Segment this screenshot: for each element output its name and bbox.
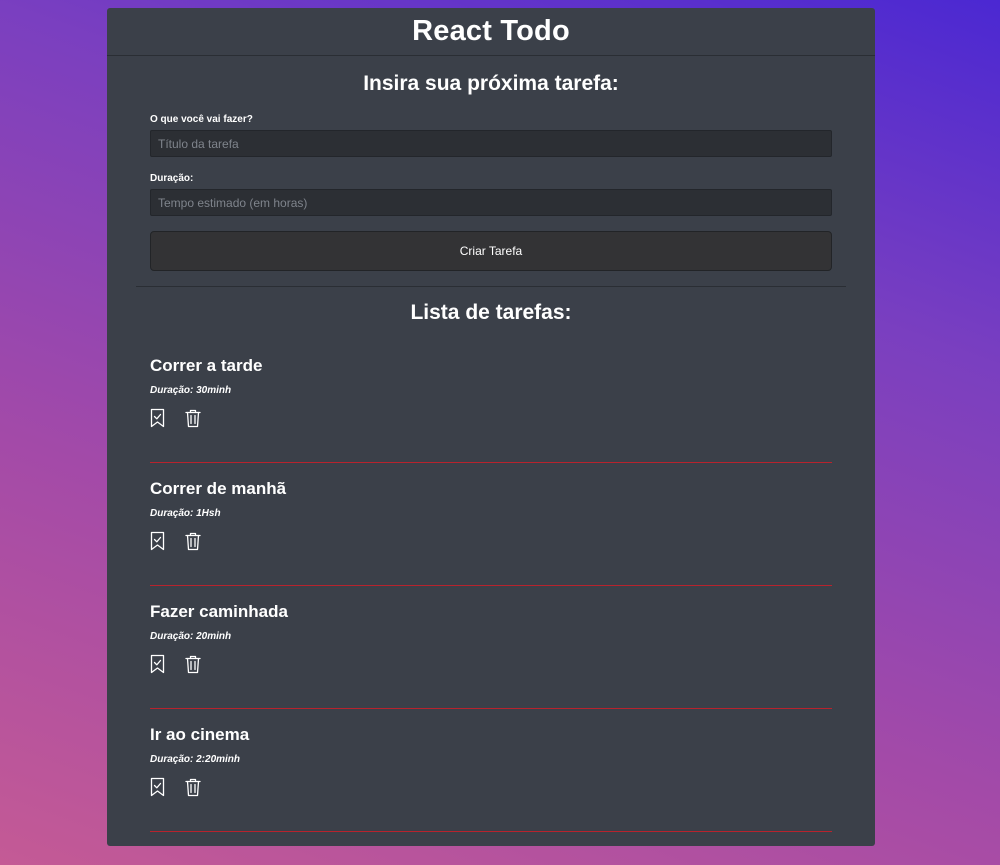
- bookmark-check-icon[interactable]: [150, 531, 165, 551]
- todo-app: React Todo Insira sua próxima tarefa: O …: [107, 8, 875, 846]
- task-duration: Duração: 20minh: [150, 631, 232, 642]
- trash-icon[interactable]: [185, 654, 201, 674]
- task-item: Correr de manhã Duração: 1Hsh: [150, 479, 832, 586]
- trash-icon[interactable]: [185, 408, 201, 428]
- task-duration: Duração: 30minh: [150, 385, 232, 396]
- title-label: O que você vai fazer?: [150, 114, 253, 125]
- task-item: Fazer caminhada Duração: 20minh: [150, 602, 832, 709]
- trash-icon[interactable]: [185, 777, 201, 797]
- task-title-input[interactable]: [150, 130, 832, 157]
- trash-icon[interactable]: [185, 531, 201, 551]
- list-heading: Lista de tarefas:: [410, 301, 572, 324]
- task-duration: Duração: 1Hsh: [150, 508, 221, 519]
- task-actions: [150, 654, 832, 674]
- duration-label: Duração:: [150, 173, 194, 184]
- task-list-section: Lista de tarefas: Correr a tarde Duração…: [107, 287, 875, 832]
- title-field-group: O que você vai fazer?: [150, 114, 832, 157]
- task-actions: [150, 531, 832, 551]
- task-title: Correr a tarde: [150, 356, 263, 375]
- task-duration-input[interactable]: [150, 189, 832, 216]
- task-actions: [150, 408, 832, 428]
- bookmark-check-icon[interactable]: [150, 408, 165, 428]
- task-item: Correr a tarde Duração: 30minh: [150, 356, 832, 463]
- task-title: Fazer caminhada: [150, 602, 288, 621]
- create-task-button[interactable]: Criar Tarefa: [150, 231, 832, 271]
- task-title: Ir ao cinema: [150, 725, 250, 744]
- form-heading: Insira sua próxima tarefa:: [363, 72, 619, 95]
- task-item: Ir ao cinema Duração: 2:20minh: [150, 725, 832, 832]
- task-duration: Duração: 2:20minh: [150, 754, 241, 765]
- app-title: React Todo: [412, 15, 570, 47]
- app-header: React Todo: [107, 8, 875, 56]
- task-form: Insira sua próxima tarefa: O que você va…: [107, 56, 875, 271]
- task-actions: [150, 777, 832, 797]
- task-title: Correr de manhã: [150, 479, 287, 498]
- duration-field-group: Duração:: [150, 173, 832, 216]
- bookmark-check-icon[interactable]: [150, 654, 165, 674]
- bookmark-check-icon[interactable]: [150, 777, 165, 797]
